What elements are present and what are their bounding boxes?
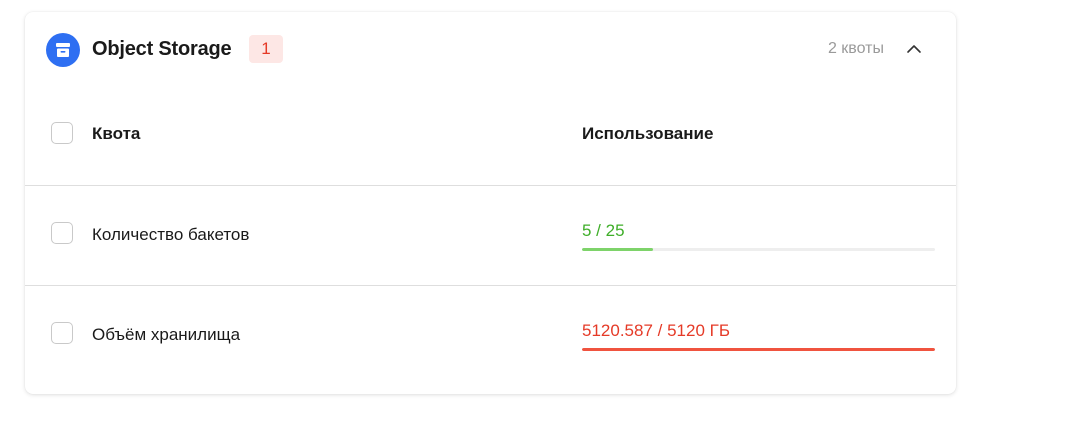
quota-name: Количество бакетов — [92, 225, 250, 244]
collapse-button[interactable] — [901, 36, 927, 62]
quota-count: 2 квоты — [827, 40, 884, 57]
card-header: Object Storage 1 2 квоты — [25, 12, 956, 86]
table-row: Объём хранилища 5120.587 / 5120 ГБ — [25, 286, 956, 394]
usage-bar — [582, 248, 935, 251]
service-title: Object Storage — [92, 38, 232, 60]
quota-name: Объём хранилища — [92, 325, 241, 344]
usage-bar-fill — [582, 348, 935, 351]
table-header: Квота Использование — [25, 86, 956, 186]
quota-card: Object Storage 1 2 квоты Квота Использов… — [25, 12, 956, 394]
usage-value: 5 / 25 — [582, 221, 625, 240]
usage-value: 5120.587 / 5120 ГБ — [582, 321, 730, 340]
usage-bar — [582, 348, 935, 351]
usage-bar-fill — [582, 248, 653, 251]
row-checkbox[interactable] — [51, 222, 73, 244]
chevron-up-icon — [907, 45, 921, 53]
table-row: Количество бакетов 5 / 25 — [25, 186, 956, 286]
storage-box-icon — [46, 33, 80, 67]
column-header-usage: Использование — [582, 124, 714, 143]
select-all-checkbox[interactable] — [51, 122, 73, 144]
row-checkbox[interactable] — [51, 322, 73, 344]
column-header-quota: Квота — [92, 124, 141, 143]
alert-count-badge: 1 — [249, 35, 283, 63]
